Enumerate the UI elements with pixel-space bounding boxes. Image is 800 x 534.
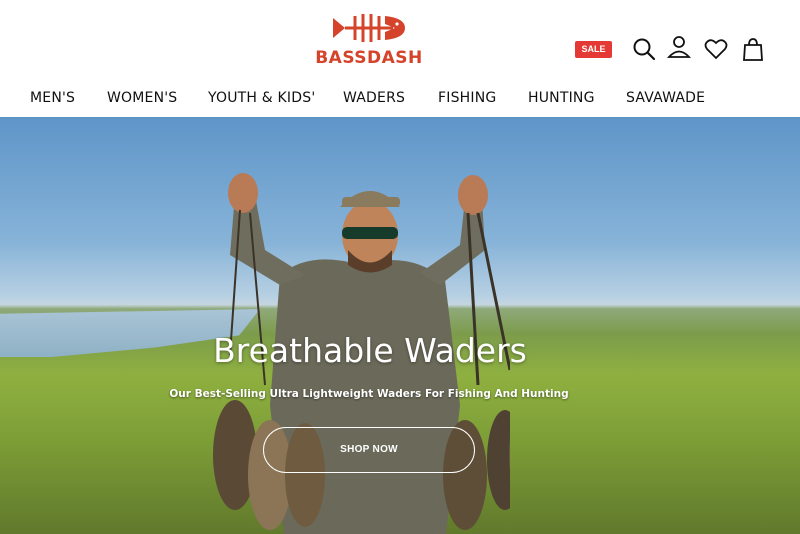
nav-item-savawade[interactable]: SAVAWADE (626, 90, 705, 106)
brand-name: BASSDASH (315, 48, 423, 68)
hero-title: Breathable Waders (213, 331, 527, 370)
cart-icon[interactable] (740, 36, 766, 62)
nav-item-youth-kids[interactable]: YOUTH & KIDS' (208, 90, 315, 106)
search-icon[interactable] (631, 36, 657, 62)
nav-item-waders[interactable]: WADERS (343, 90, 405, 106)
hero-banner: Breathable Waders Our Best-Selling Ultra… (0, 117, 800, 534)
brand-logo[interactable]: BASSDASH (313, 8, 425, 68)
shop-now-button[interactable]: SHOP NOW (263, 427, 475, 473)
nav-item-fishing[interactable]: FISHING (438, 90, 496, 106)
account-icon[interactable] (666, 34, 692, 60)
sale-badge[interactable]: SALE (575, 41, 612, 58)
fish-logo-icon (333, 14, 405, 42)
nav-item-mens[interactable]: MEN'S (30, 90, 75, 106)
main-nav: MEN'S WOMEN'S YOUTH & KIDS' WADERS FISHI… (0, 86, 800, 116)
site-header: BASSDASH SALE (0, 0, 800, 86)
nav-item-hunting[interactable]: HUNTING (528, 90, 595, 106)
wishlist-icon[interactable] (703, 36, 729, 62)
nav-item-womens[interactable]: WOMEN'S (107, 90, 177, 106)
hero-subtitle: Our Best-Selling Ultra Lightweight Wader… (169, 388, 569, 400)
